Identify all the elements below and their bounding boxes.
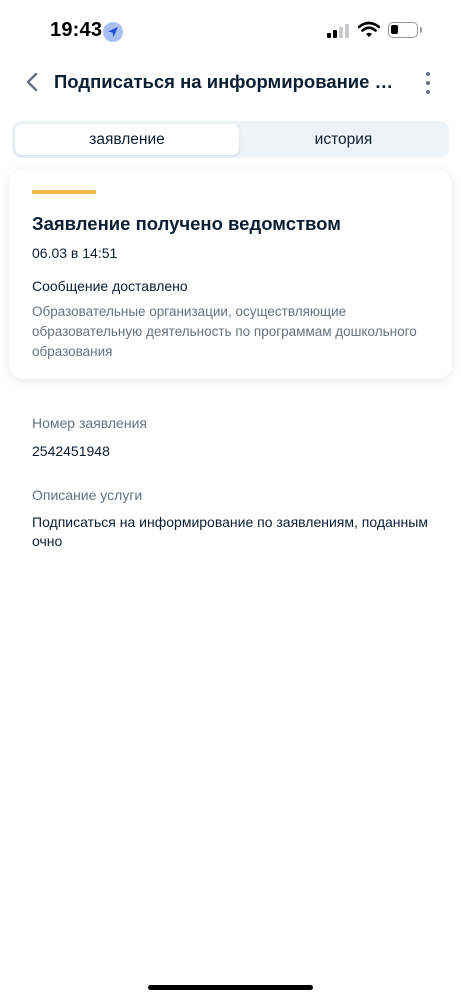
application-number-label: Номер заявления [32,415,147,431]
status-accent-bar [32,190,96,194]
chevron-left-icon [26,72,38,92]
more-menu-button[interactable] [420,68,436,98]
status-organization: Образовательные организации, осуществляю… [32,304,417,359]
application-status-card: Заявление получено ведомством 06.03 в 14… [9,170,452,379]
tab-switcher: заявление история [12,121,449,158]
application-number-value: 2542451948 [32,443,110,459]
tab-application[interactable]: заявление [15,124,239,155]
cellular-signal-icon [327,24,351,38]
status-message: Сообщение доставлено [32,278,188,294]
battery-icon [388,22,418,38]
status-bar: 19:43 [0,0,461,62]
wifi-icon [357,21,381,43]
status-title: Заявление получено ведомством [32,213,341,234]
service-description-label: Описание услуги [32,487,143,503]
service-description-value: Подписаться на информирование по заявлен… [32,514,428,549]
back-button[interactable] [18,66,46,98]
tab-history[interactable]: история [241,124,446,155]
page-title: Подписаться на информирование по... [54,71,399,92]
app-header: Подписаться на информирование по... [0,62,461,102]
status-time: 19:43 [50,19,103,41]
home-indicator [148,985,313,990]
battery-cap [420,27,422,33]
status-datetime: 06.03 в 14:51 [32,245,118,261]
location-arrow-icon [103,22,123,42]
